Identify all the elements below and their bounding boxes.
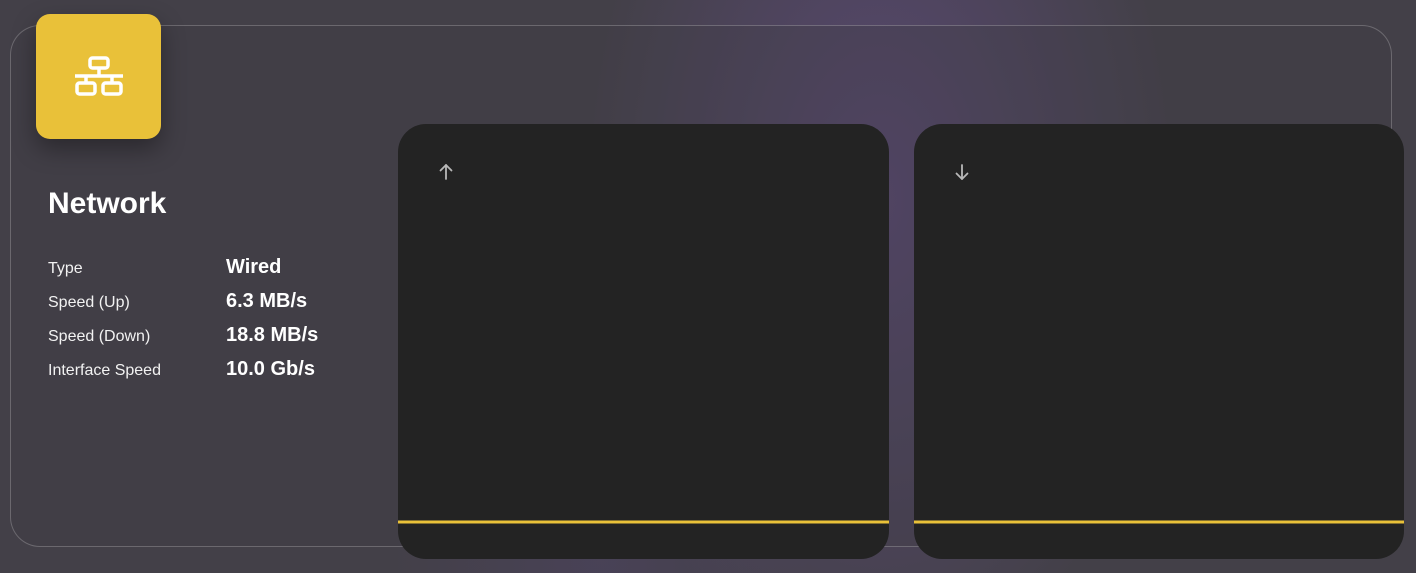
upload-graph (398, 124, 889, 559)
download-graph (914, 124, 1404, 559)
widget-title: Network (48, 187, 167, 220)
stat-value: 18.8 MB/s (226, 324, 319, 346)
stat-label: Interface Speed (48, 362, 161, 379)
network-stats: Type Wired Speed (Up) 6.3 MB/s Speed (Do… (48, 256, 368, 392)
download-plot (914, 520, 1404, 524)
stat-label: Speed (Up) (48, 294, 130, 311)
stat-label: Type (48, 260, 83, 277)
stat-value: 10.0 Gb/s (226, 358, 315, 380)
upload-plot (398, 520, 889, 524)
stat-value: Wired (226, 256, 282, 278)
stat-label: Speed (Down) (48, 328, 151, 345)
stat-row-speed-up: Speed (Up) 6.3 MB/s (48, 290, 368, 324)
stat-row-type: Type Wired (48, 256, 368, 290)
stat-value: 6.3 MB/s (226, 290, 308, 312)
stat-row-interface-speed: Interface Speed 10.0 Gb/s (48, 358, 368, 392)
network-icon-tile (36, 14, 161, 139)
network-icon (74, 55, 123, 96)
stat-row-speed-down: Speed (Down) 18.8 MB/s (48, 324, 368, 358)
